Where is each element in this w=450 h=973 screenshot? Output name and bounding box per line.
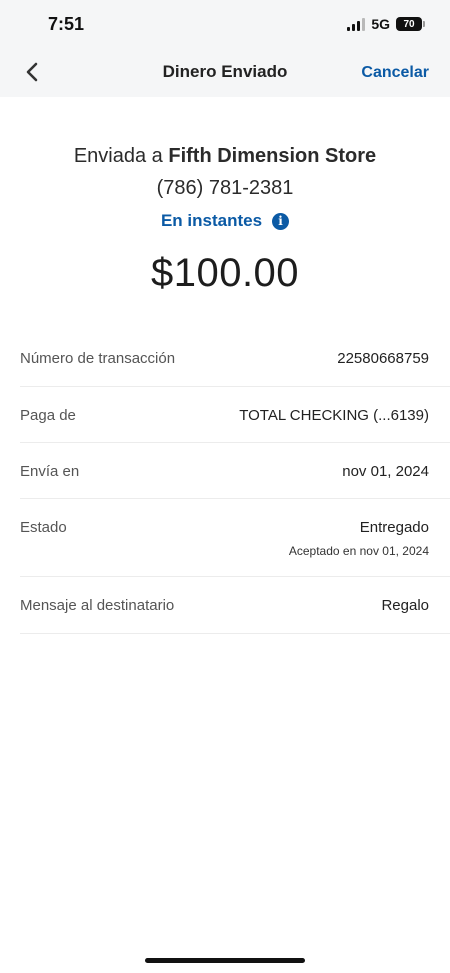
detail-label: Envía en	[20, 463, 80, 480]
detail-value: TOTAL CHECKING (...6139)	[239, 407, 429, 424]
detail-value-group: Entregado Aceptado en nov 01, 2024	[289, 519, 429, 558]
detail-row-transaction-number: Número de transacción 22580668759	[20, 330, 450, 387]
cellular-signal-icon	[347, 17, 366, 31]
detail-row-pay-from: Paga de TOTAL CHECKING (...6139)	[20, 387, 450, 443]
detail-row-send-date: Envía en nov 01, 2024	[20, 443, 450, 499]
transfer-amount: $100.00	[150, 251, 300, 295]
detail-label: Número de transacción	[20, 350, 176, 367]
battery-level: 70	[403, 18, 415, 30]
cancel-button[interactable]: Cancelar	[361, 64, 429, 82]
detail-row-status: Estado Entregado Aceptado en nov 01, 202…	[20, 499, 450, 577]
recipient-name: Fifth Dimension Store	[168, 145, 377, 167]
status-time: 7:51	[48, 14, 85, 34]
sent-to-prefix: Enviada a	[73, 145, 163, 167]
detail-label: Mensaje al destinatario	[20, 597, 175, 614]
status-value: Entregado	[359, 519, 429, 536]
network-type: 5G	[371, 16, 390, 32]
detail-row-message: Mensaje al destinatario Regalo	[20, 577, 450, 634]
home-indicator[interactable]	[145, 958, 305, 963]
recipient-line: Enviada a Fifth Dimension Store	[0, 145, 450, 168]
transaction-details: Número de transacción 22580668759 Paga d…	[20, 330, 450, 634]
battery-icon: 70	[396, 17, 425, 31]
status-subtext: Aceptado en nov 01, 2024	[288, 544, 429, 558]
delivery-speed-label: En instantes	[160, 211, 263, 230]
status-indicators: 5G 70	[347, 16, 425, 32]
detail-label: Paga de	[20, 407, 76, 424]
transfer-summary: Enviada a Fifth Dimension Store (786) 78…	[0, 145, 450, 296]
screen: 7:51 5G 70 Dinero Enviado Cancelar Envia…	[0, 0, 450, 973]
detail-label: Estado	[20, 519, 67, 536]
detail-value: Regalo	[381, 597, 429, 614]
detail-value: nov 01, 2024	[342, 463, 429, 480]
detail-value: 22580668759	[337, 350, 429, 367]
recipient-phone: (786) 781-2381	[156, 177, 294, 199]
delivery-speed: En instantes i	[160, 211, 290, 231]
top-bar: 7:51 5G 70 Dinero Enviado Cancelar	[0, 0, 450, 97]
info-icon[interactable]: i	[272, 212, 290, 230]
